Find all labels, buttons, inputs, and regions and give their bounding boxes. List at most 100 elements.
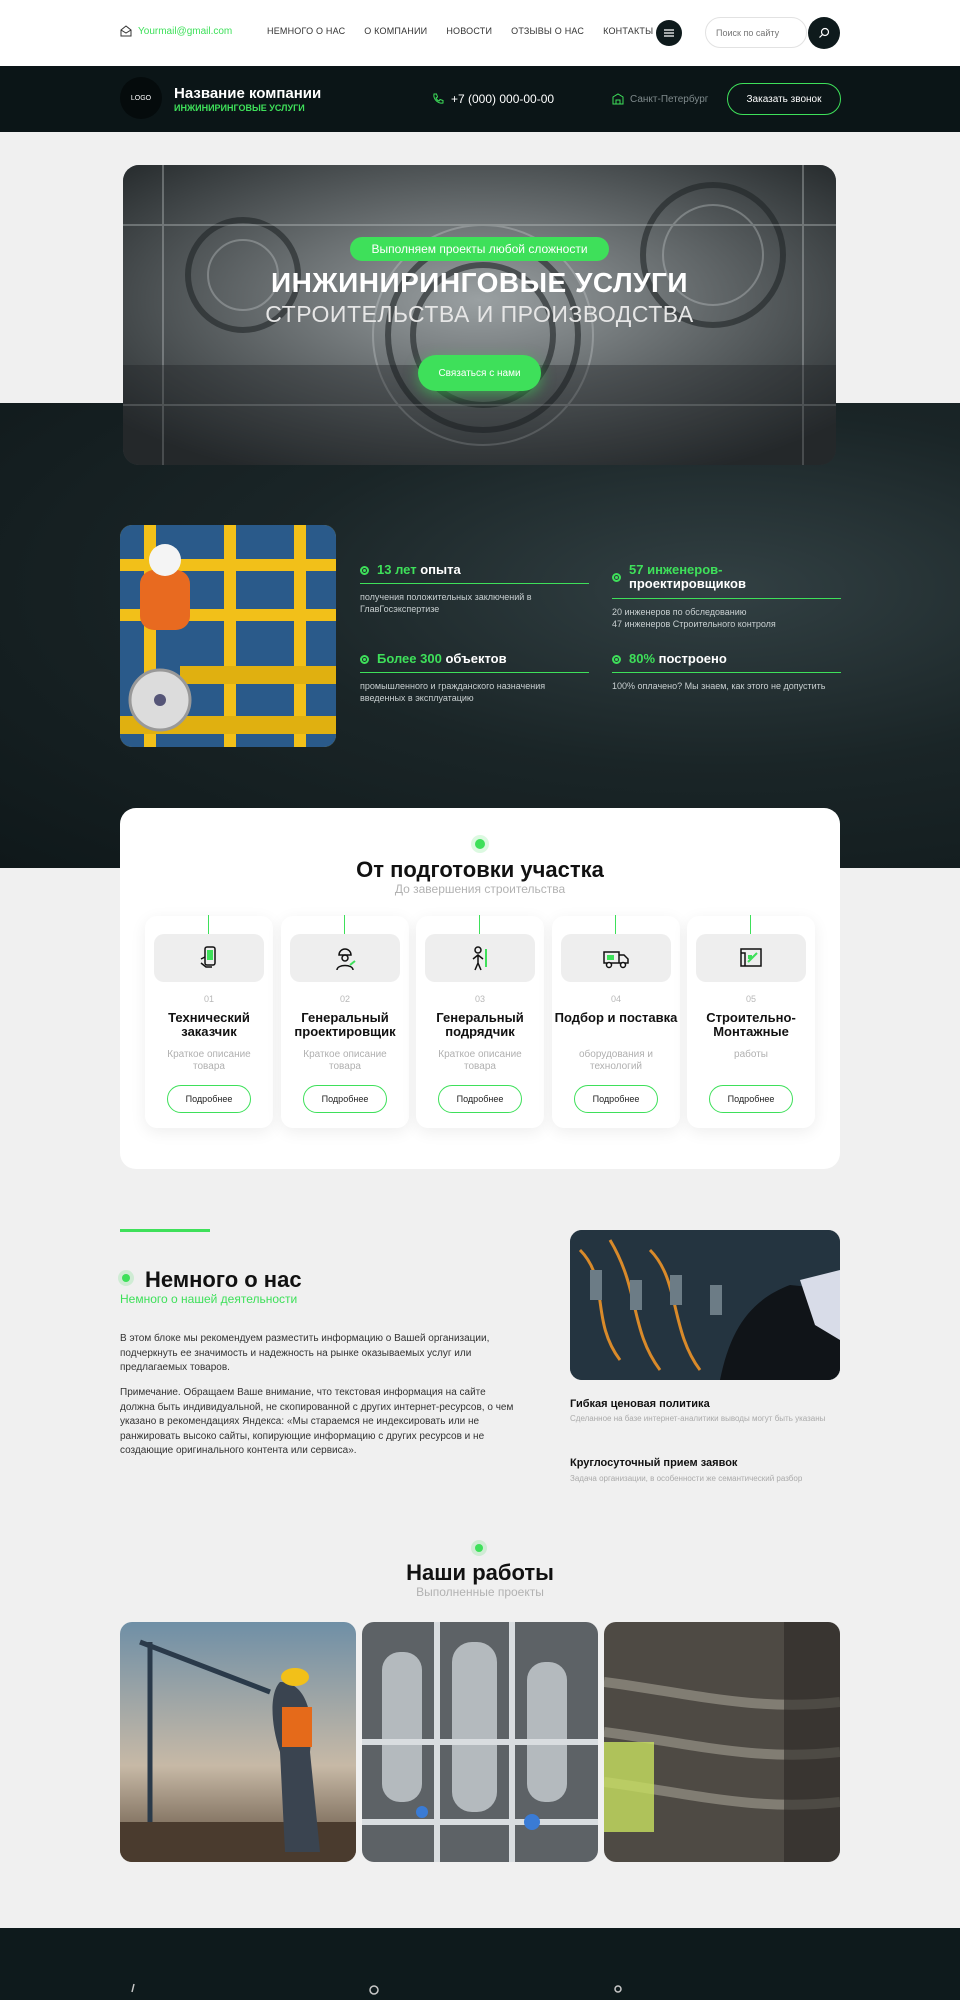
stat-label: построено [658,651,727,666]
engineer-icon [336,948,356,971]
stat-highlight: 57 инженеров- [629,562,723,577]
more-button[interactable]: Подробнее [167,1085,251,1113]
about-note: Примечание. Обращаем Ваше внимание, что … [120,1387,514,1456]
factory-pipes-illustration [362,1622,598,1862]
service-name: Строительно-Монтажные [706,1010,796,1039]
stat-description: получения положительных заключений в Гла… [360,592,532,615]
nav-reviews[interactable]: ОТЗЫВЫ О НАС [511,26,584,36]
construction-site-illustration [120,1622,356,1862]
stat-experience: 13 лет опыта получения положительных зак… [360,562,589,616]
service-number: 05 [745,994,756,1004]
service-description: Краткое описание товара [167,1049,251,1072]
search-input[interactable] [705,17,807,48]
about-photo [570,1230,840,1380]
service-card[interactable]: 01 Технический заказчик Краткое описание… [145,915,273,1128]
section-dot [122,1274,130,1282]
service-number: 03 [474,994,485,1004]
more-button[interactable]: Подробнее [438,1085,522,1113]
feature-title: Гибкая ценовая политика [570,1398,710,1410]
service-name: Генеральный проектировщик [294,1010,396,1039]
service-number: 02 [339,994,350,1004]
phone-link[interactable]: +7 (000) 000-00-00 [432,92,554,106]
site-footer [0,1928,960,2000]
service-card[interactable]: 02 Генеральный проектировщик Краткое опи… [281,915,409,1128]
work-photo[interactable] [604,1622,840,1862]
service-card[interactable]: 05 Строительно-Монтажные работы Подробне… [687,915,815,1128]
hamburger-icon [664,29,674,37]
service-name: Генеральный подрядчик [436,1010,524,1039]
cables-illustration [604,1622,840,1862]
about-paragraph: В этом блоке мы рекомендуем разместить и… [120,1333,490,1373]
service-number: 01 [203,994,214,1004]
stat-description: промышленного и гражданского назначения … [360,681,546,704]
building-icon [612,93,624,105]
logo[interactable]: LOGO [120,77,162,119]
feature-title: Круглосуточный прием заявок [570,1457,738,1469]
service-description: работы [734,1049,768,1060]
stat-engineers: 57 инженеров-проектировщиков 20 инженеро… [612,562,841,630]
truck-icon [603,951,629,969]
order-call-button[interactable]: Заказать звонок [727,83,841,115]
mail-icon [120,25,132,37]
stat-description: 100% оплачено? Мы знаем, как этого не до… [612,681,826,692]
footer-icons [131,1983,622,1995]
hero-pill: Выполняем проекты любой сложности [350,237,609,261]
stat-highlight: Более 300 [377,651,442,666]
service-card[interactable]: 03 Генеральный подрядчик Краткое описани… [416,915,544,1128]
contact-us-button[interactable]: Связаться с нами [418,355,541,391]
service-description: Краткое описание товара [438,1049,522,1072]
hero-subtitle: СТРОИТЕЛЬСТВА И ПРОИЗВОДСТВА [265,301,694,327]
about-divider [120,1229,210,1232]
hero-banner: Выполняем проекты любой сложности ИНЖИНИ… [123,165,836,465]
about-title: Немного о нас [145,1267,302,1292]
service-card[interactable]: 04 Подбор и поставка оборудования и техн… [552,915,680,1128]
stat-label: объектов [445,651,507,666]
stat-label: опыта [420,562,461,577]
more-button[interactable]: Подробнее [303,1085,387,1113]
nav-about[interactable]: НЕМНОГО О НАС [267,26,345,36]
stat-objects: Более 300 объектов промышленного и гражд… [360,651,589,705]
site-header: LOGO Название компании ИНЖИНИРИНГОВЫЕ УС… [0,66,960,132]
search-button[interactable] [808,17,840,49]
company-tagline: ИНЖИНИРИНГОВЫЕ УСЛУГИ [174,103,305,113]
search-icon [819,27,830,38]
topbar: Yourmail@gmail.com НЕМНОГО О НАС О КОМПА… [0,0,960,66]
email-link[interactable]: Yourmail@gmail.com [120,25,232,37]
stat-highlight: 80% [629,651,656,666]
hero-title: ИНЖИНИРИНГОВЫЕ УСЛУГИ [270,267,689,298]
main-nav: НЕМНОГО О НАС О КОМПАНИИ НОВОСТИ ОТЗЫВЫ … [267,26,653,36]
nav-company[interactable]: О КОМПАНИИ [364,26,427,36]
service-description: оборудования и технологий [578,1049,653,1072]
section-dot [475,839,485,849]
service-name: Технический заказчик [168,1010,250,1039]
worker-pipes-illustration [120,525,336,747]
stat-highlight: 13 лет [377,562,417,577]
phone-text: +7 (000) 000-00-00 [451,92,555,106]
service-description: Краткое описание товара [303,1049,387,1072]
stat-description: 20 инженеров по обследованию 47 инженеро… [612,606,776,629]
nav-contacts[interactable]: КОНТАКТЫ [603,26,653,36]
phone-hand-icon [200,946,216,968]
section-dot [475,1544,483,1552]
email-text: Yourmail@gmail.com [138,25,233,37]
feature-description: Сделанное на базе интернет-аналитики выв… [570,1414,826,1423]
more-button[interactable]: Подробнее [709,1085,793,1113]
nav-news[interactable]: НОВОСТИ [446,26,492,36]
work-photo[interactable] [362,1622,598,1862]
work-photo[interactable] [120,1622,356,1862]
company-name: Название компании [174,85,322,102]
city: Санкт-Петербург [612,93,708,105]
stat-label: проектировщиков [629,576,746,592]
more-button[interactable]: Подробнее [574,1085,658,1113]
works-title: Наши работы [406,1560,554,1585]
stat-built: 80% построено 100% оплачено? Мы знаем, к… [612,651,841,692]
worker-tools-icon [472,946,487,971]
service-name: Подбор и поставка [554,1010,678,1025]
works-subtitle: Выполненные проекты [416,1585,544,1599]
blueprint-icon [740,948,762,967]
menu-button[interactable] [656,20,682,46]
electrician-illustration [570,1230,840,1380]
phone-icon [433,93,444,104]
feature-description: Задача организации, в особенности же сем… [570,1474,803,1483]
service-number: 04 [610,994,621,1004]
